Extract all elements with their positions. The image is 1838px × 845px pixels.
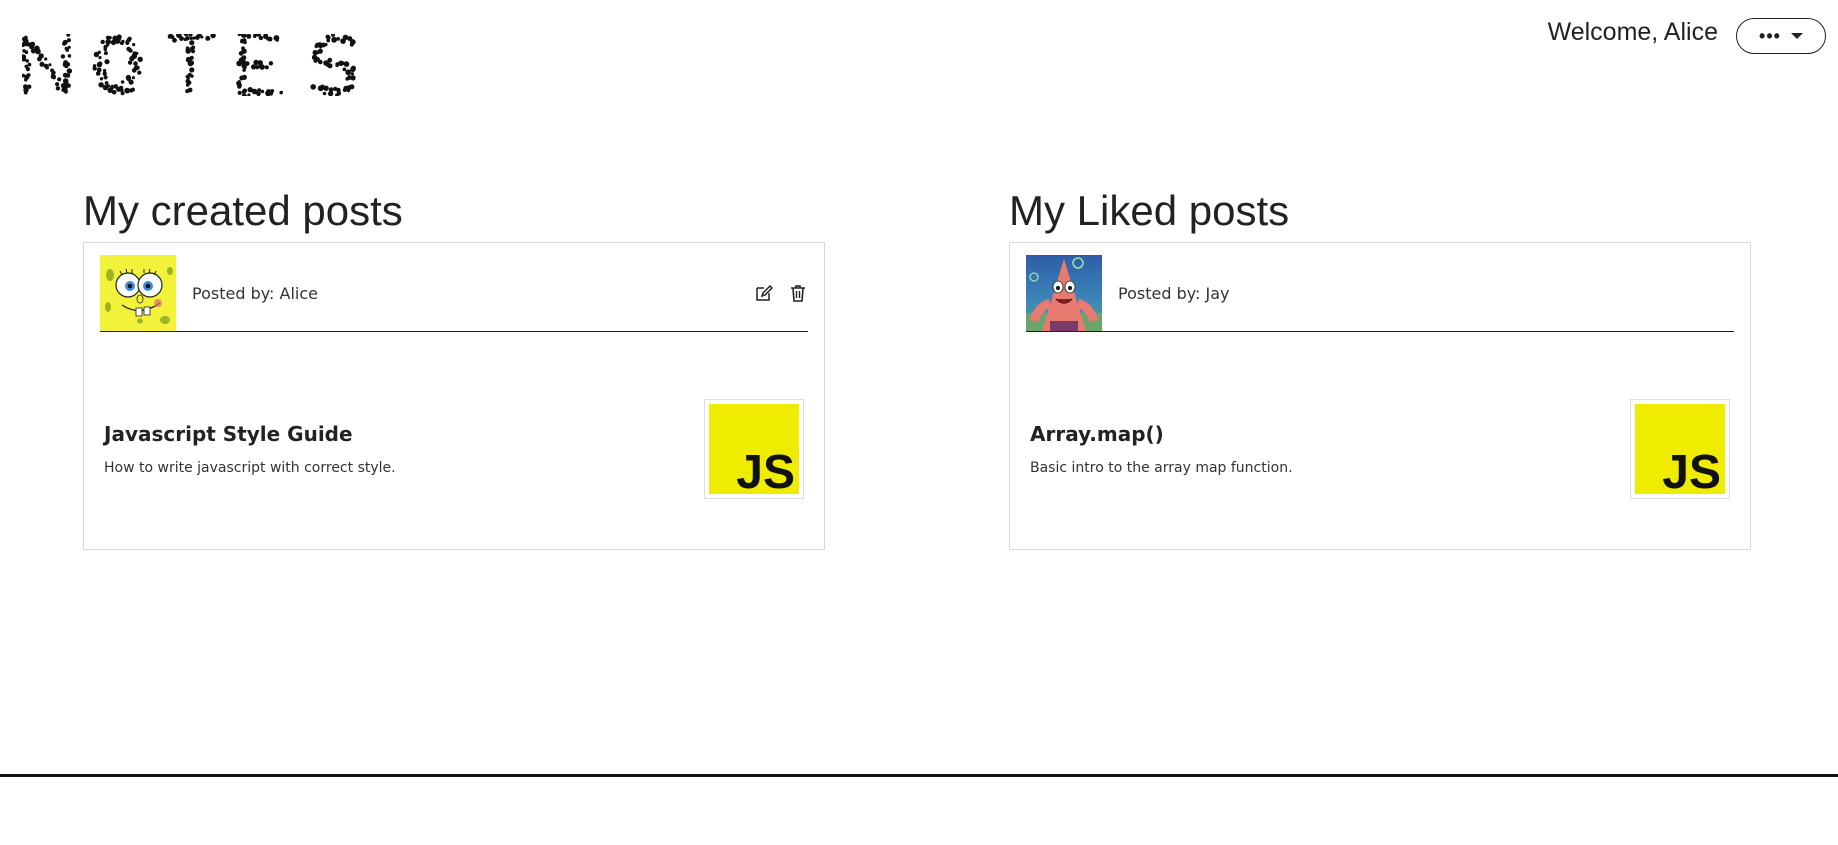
post-title[interactable]: Javascript Style Guide bbox=[104, 422, 353, 446]
js-logo-text: JS bbox=[736, 446, 795, 494]
post-card-header: Posted by: Alice bbox=[100, 255, 808, 332]
posted-by-label: Posted by: Alice bbox=[192, 283, 318, 303]
js-thumbnail[interactable]: JS bbox=[704, 399, 804, 499]
user-menu-button[interactable]: ••• bbox=[1736, 18, 1826, 54]
notes-logo-dotted bbox=[22, 34, 356, 96]
chevron-down-icon bbox=[1790, 33, 1803, 39]
liked-posts-section: My Liked posts Posted by: Jay Array.map(… bbox=[1009, 190, 1751, 550]
post-description: Basic intro to the array map function. bbox=[1030, 460, 1293, 476]
liked-posts-title: My Liked posts bbox=[1009, 187, 1290, 234]
posted-by-label: Posted by: Jay bbox=[1118, 283, 1230, 303]
post-title[interactable]: Array.map() bbox=[1030, 422, 1164, 446]
created-posts-section: My created posts Posted by: Alice Javasc… bbox=[83, 190, 825, 550]
post-card-header: Posted by: Jay bbox=[1026, 255, 1734, 332]
js-logo-text: JS bbox=[1662, 446, 1721, 494]
spongebob-avatar bbox=[100, 255, 176, 331]
created-posts-title: My created posts bbox=[83, 187, 403, 234]
notes-page: Welcome, Alice ••• My created posts Post… bbox=[0, 0, 1838, 845]
post-card-body: Javascript Style Guide How to write java… bbox=[100, 332, 808, 532]
post-card: Posted by: Alice Javascript Style Guide … bbox=[83, 242, 825, 550]
post-actions bbox=[754, 283, 808, 303]
more-dots-icon: ••• bbox=[1759, 26, 1781, 46]
post-card: Posted by: Jay Array.map() Basic intro t… bbox=[1009, 242, 1751, 550]
notes-logo[interactable] bbox=[22, 34, 362, 96]
js-thumbnail[interactable]: JS bbox=[1630, 399, 1730, 499]
trash-icon[interactable] bbox=[788, 283, 808, 303]
post-description: How to write javascript with correct sty… bbox=[104, 460, 396, 476]
edit-icon[interactable] bbox=[754, 283, 774, 303]
footer-divider bbox=[0, 774, 1838, 777]
post-card-body: Array.map() Basic intro to the array map… bbox=[1026, 332, 1734, 532]
js-logo-icon: JS bbox=[1635, 404, 1725, 494]
patrick-avatar bbox=[1026, 255, 1102, 331]
js-logo-icon: JS bbox=[709, 404, 799, 494]
welcome-text: Welcome, Alice bbox=[1547, 18, 1718, 46]
